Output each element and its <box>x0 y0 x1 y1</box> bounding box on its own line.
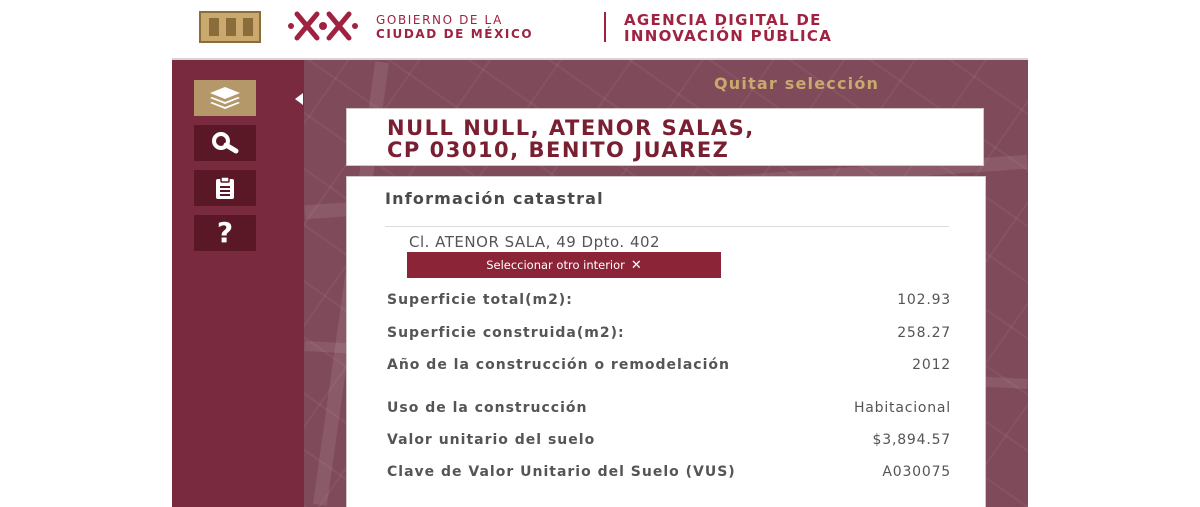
government-line-1: GOBIERNO DE LA <box>376 13 503 27</box>
layers-icon <box>210 87 240 109</box>
government-line-2: CIUDAD DE MÉXICO <box>376 27 534 41</box>
close-icon: ✕ <box>630 257 642 273</box>
search-icon <box>212 132 239 154</box>
info-row-vus-key: Clave de Valor Unitario del Suelo (VUS) … <box>387 465 951 480</box>
select-other-interior-label: Seleccionar otro interior <box>486 258 625 272</box>
cadastral-info-card: Información catastral Cl. ATENOR SALA, 4… <box>346 176 986 507</box>
info-row-land-unit-value: Valor unitario del suelo $3,894.57 <box>387 433 951 448</box>
header-divider <box>604 12 606 42</box>
app-window: GOBIERNO DE LA CIUDAD DE MÉXICO AGENCIA … <box>172 0 1028 507</box>
help-button[interactable]: ? <box>194 215 256 251</box>
unit-address: Cl. ATENOR SALA, 49 Dpto. 402 <box>409 233 661 251</box>
search-button[interactable] <box>194 125 256 161</box>
info-row-construction-year: Año de la construcción o remodelación 20… <box>387 358 951 373</box>
clear-selection-link[interactable]: Quitar selección <box>714 74 984 93</box>
info-row-built-area: Superficie construida(m2): 258.27 <box>387 326 951 341</box>
agency-name: AGENCIA DIGITAL DE INNOVACIÓN PÚBLICA <box>624 12 1024 44</box>
info-row-value: 2012 <box>912 357 951 373</box>
address-line-2: CP 03010, BENITO JUAREZ <box>387 138 730 162</box>
info-row-label: Superficie construida(m2): <box>387 325 625 341</box>
info-row-total-area: Superficie total(m2): 102.93 <box>387 293 951 308</box>
header: GOBIERNO DE LA CIUDAD DE MÉXICO AGENCIA … <box>172 0 1028 60</box>
clipboard-icon <box>216 176 234 199</box>
select-other-interior-button[interactable]: Seleccionar otro interior ✕ <box>407 252 721 278</box>
agency-line-1: AGENCIA DIGITAL DE <box>624 11 822 29</box>
info-divider <box>385 226 949 227</box>
info-row-value: $3,894.57 <box>872 432 951 448</box>
info-row-label: Uso de la construcción <box>387 400 588 416</box>
layers-button[interactable] <box>194 80 256 116</box>
info-title: Información catastral <box>385 189 604 208</box>
agency-line-2: INNOVACIÓN PÚBLICA <box>624 27 833 45</box>
info-row-label: Valor unitario del suelo <box>387 432 596 448</box>
info-row-value: 258.27 <box>897 325 951 341</box>
clipboard-button[interactable] <box>194 170 256 206</box>
cdmx-emblem-icon <box>199 11 261 43</box>
tool-sidebar: ? <box>172 60 304 507</box>
government-name: GOBIERNO DE LA CIUDAD DE MÉXICO <box>376 13 596 41</box>
info-row-label: Año de la construcción o remodelación <box>387 357 730 373</box>
cdmx-logo-icon <box>288 11 358 41</box>
info-row-construction-use: Uso de la construcción Habitacional <box>387 401 951 416</box>
info-row-label: Clave de Valor Unitario del Suelo (VUS) <box>387 464 736 480</box>
info-row-label: Superficie total(m2): <box>387 292 573 308</box>
address-line-1: NULL NULL, ATENOR SALAS, <box>387 116 755 140</box>
question-icon: ? <box>216 216 234 249</box>
info-row-value: Habitacional <box>853 400 951 416</box>
address-card: NULL NULL, ATENOR SALAS, CP 03010, BENIT… <box>346 108 984 166</box>
active-tool-arrow-icon <box>295 93 303 105</box>
info-row-value: 102.93 <box>897 292 951 308</box>
info-row-value: A030075 <box>882 464 951 480</box>
